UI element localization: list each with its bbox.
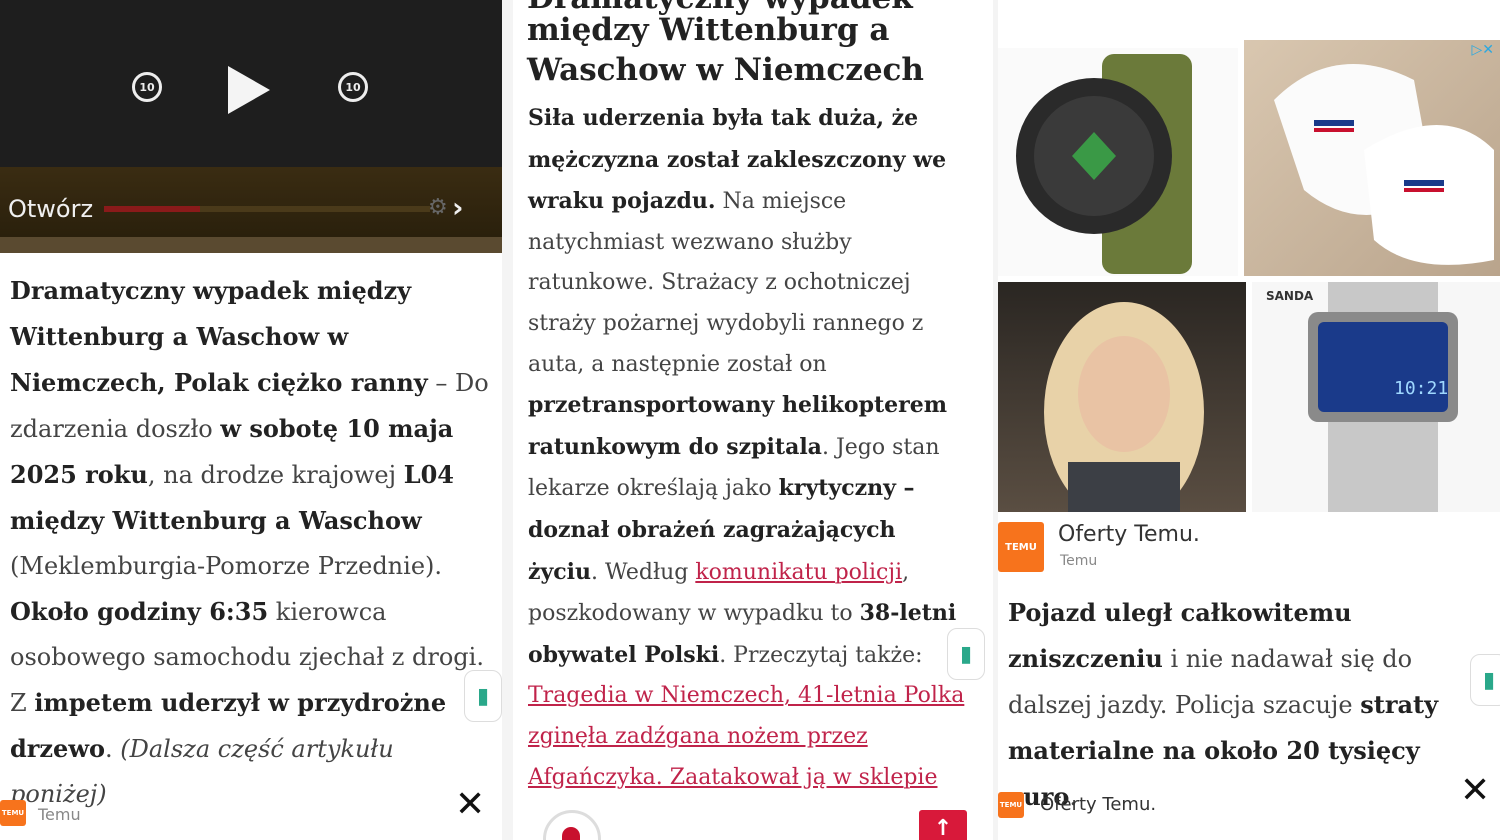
ad-choices-icon[interactable]: ▷✕ bbox=[1472, 42, 1495, 58]
ad-image-sneakers[interactable]: ▷✕ bbox=[1244, 40, 1500, 276]
microphone-button[interactable] bbox=[543, 810, 601, 840]
rewind-10-button[interactable]: 10 bbox=[132, 72, 162, 102]
article-text-1: Dramatyczny wypadek między Wittenburg a … bbox=[10, 268, 496, 817]
open-label[interactable]: Otwórz bbox=[8, 195, 93, 223]
ad-image-digital-watch[interactable]: SANDA 10:21 bbox=[1252, 282, 1500, 512]
forward-seconds-label: 10 bbox=[345, 80, 361, 94]
temu-logo-icon[interactable]: TEMU bbox=[998, 522, 1044, 572]
player-bottom-strip bbox=[0, 237, 502, 253]
panel-separator bbox=[502, 0, 513, 840]
scroll-to-top-button[interactable]: ↑ bbox=[919, 810, 967, 840]
police-statement-link[interactable]: komunikatu policji bbox=[695, 560, 902, 585]
woman-portrait-illustration bbox=[1044, 302, 1204, 512]
temu-logo-icon-small[interactable]: TEMU bbox=[998, 792, 1024, 818]
screenshot-panel-2: Dramatyczny wypadek między Wittenburg a … bbox=[513, 0, 993, 840]
smartwatch-illustration bbox=[1016, 54, 1192, 274]
text-run: . Według bbox=[591, 559, 696, 585]
gear-icon[interactable]: ⚙ bbox=[428, 195, 448, 220]
related-article-link[interactable]: Tragedia w Niemczech, 41-letnia Polka zg… bbox=[528, 683, 964, 789]
ad-image-hairstyle[interactable] bbox=[998, 282, 1246, 512]
temu-logo-text: TEMU bbox=[1005, 541, 1037, 553]
chevron-right-icon[interactable]: › bbox=[452, 191, 464, 224]
screenshot-panel-1: 10 10 Otwórz ⚙ › Dramatyczny wypadek mię… bbox=[0, 0, 502, 840]
sneakers-illustration bbox=[1274, 64, 1494, 265]
text-run: Na miejsce natychmiast wezwano służby ra… bbox=[528, 189, 924, 377]
watch-time-label: 10:21 bbox=[1394, 378, 1448, 399]
share-icon[interactable]: ▮ bbox=[947, 628, 985, 680]
ad-title[interactable]: Oferty Temu. bbox=[1058, 522, 1200, 547]
rewind-seconds-label: 10 bbox=[139, 80, 155, 94]
ad-brand[interactable]: Temu bbox=[38, 805, 81, 824]
share-icon[interactable]: ▮ bbox=[1470, 654, 1500, 706]
close-ad-icon[interactable]: ✕ bbox=[1460, 770, 1490, 811]
lead-bold: Dramatyczny wypadek między Wittenburg a … bbox=[10, 276, 428, 397]
article-headline: między Wittenburg a Waschow w Niemczech bbox=[527, 12, 924, 88]
play-button[interactable] bbox=[228, 66, 270, 114]
open-bar[interactable]: Otwórz ⚙ › bbox=[0, 167, 502, 237]
temu-logo-text: TEMU bbox=[1, 809, 25, 817]
ad-image-smartwatch[interactable] bbox=[998, 48, 1238, 276]
close-ad-icon[interactable]: ✕ bbox=[455, 784, 485, 825]
bottom-ad-title[interactable]: Oferty Temu. bbox=[1040, 794, 1156, 815]
text-run: . Przeczytaj także: bbox=[719, 642, 923, 668]
video-progress-fill[interactable] bbox=[104, 206, 200, 212]
text-run: , na drodze krajowej bbox=[147, 461, 404, 489]
ad-brand[interactable]: Temu bbox=[1060, 553, 1097, 569]
digital-watch-illustration: SANDA 10:21 bbox=[1266, 282, 1458, 512]
temu-logo-text: TEMU bbox=[999, 801, 1023, 809]
article-text-2: Siła uderzenia była tak duża, że mężczyz… bbox=[528, 98, 968, 798]
video-player[interactable]: 10 10 bbox=[0, 0, 502, 167]
video-progress-track[interactable] bbox=[200, 206, 430, 212]
watch-brand-label: SANDA bbox=[1266, 289, 1314, 303]
temu-logo-icon[interactable]: TEMU bbox=[0, 800, 26, 826]
forward-10-button[interactable]: 10 bbox=[338, 72, 368, 102]
article-text-3: Pojazd uległ całkowitemu zniszczeniu i n… bbox=[1008, 590, 1494, 820]
text-run: . bbox=[105, 735, 121, 763]
share-icon[interactable]: ▮ bbox=[464, 670, 502, 722]
text-run: (Meklemburgia-Pomorze Przednie). bbox=[10, 552, 443, 580]
screenshot-panel-3: ▷✕ SANDA 10:21 TEMU Oferty Temu. Temu Po… bbox=[998, 0, 1500, 840]
bold-run: Około godziny 6:35 bbox=[10, 597, 269, 626]
